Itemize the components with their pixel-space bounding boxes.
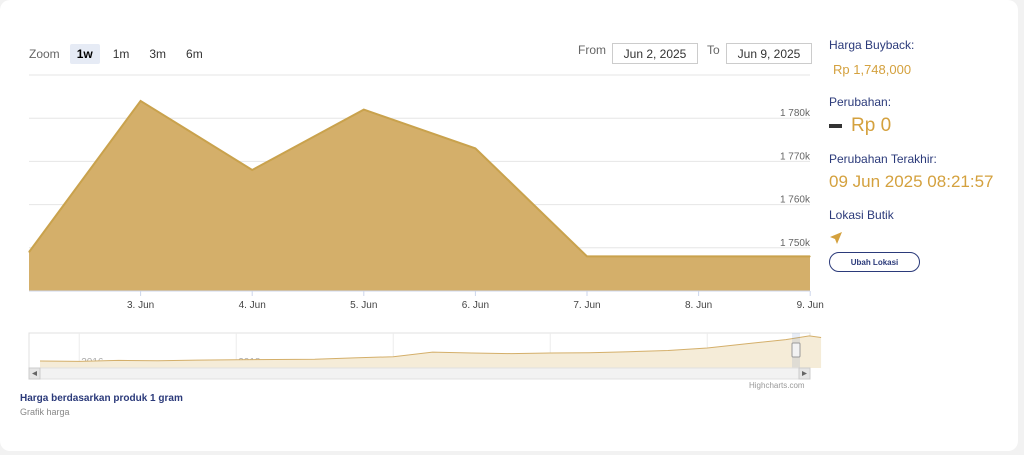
highcharts-credit[interactable]: Highcharts.com xyxy=(749,381,805,390)
last-change-label: Perubahan Terakhir: xyxy=(829,152,937,166)
x-tick-label: 4. Jun xyxy=(239,300,266,311)
location-arrow-icon xyxy=(830,232,842,244)
buyback-value: Rp 1,748,000 xyxy=(833,62,912,77)
data-point xyxy=(251,169,253,171)
x-tick-label: 3. Jun xyxy=(127,300,154,311)
buyback-label: Harga Buyback: xyxy=(829,38,915,52)
price-card: Zoom 1w 1m 3m 6m From Jun 2, 2025 To Jun… xyxy=(0,0,1018,451)
x-tick-label: 5. Jun xyxy=(350,300,377,311)
y-tick-label: 1 780k xyxy=(780,108,811,119)
data-point xyxy=(363,109,365,111)
change-label: Perubahan: xyxy=(829,95,892,109)
change-value: Rp 0 xyxy=(851,115,892,136)
data-point xyxy=(698,255,700,257)
footer-subtitle: Grafik harga xyxy=(20,407,70,417)
data-point xyxy=(474,147,476,149)
y-tick-label: 1 760k xyxy=(780,195,811,206)
data-point xyxy=(809,255,811,257)
x-tick-label: 7. Jun xyxy=(573,300,600,311)
data-point xyxy=(28,251,30,253)
last-change-value: 09 Jun 2025 08:21:57 xyxy=(829,172,994,191)
change-location-button[interactable]: Ubah Lokasi xyxy=(829,252,920,272)
x-tick-label: 6. Jun xyxy=(462,300,489,311)
navigator-handle xyxy=(791,342,801,358)
y-tick-label: 1 750k xyxy=(780,238,811,249)
x-tick-label: 8. Jun xyxy=(685,300,712,311)
no-change-icon xyxy=(829,124,842,128)
location-label: Lokasi Butik xyxy=(829,208,894,222)
y-tick-label: 1 770k xyxy=(780,151,811,162)
data-point xyxy=(586,255,588,257)
scrollbar-track xyxy=(28,367,811,380)
x-tick-label: 9. Jun xyxy=(797,300,824,311)
footer-title: Harga berdasarkan produk 1 gram xyxy=(20,393,183,404)
data-point xyxy=(140,100,142,102)
